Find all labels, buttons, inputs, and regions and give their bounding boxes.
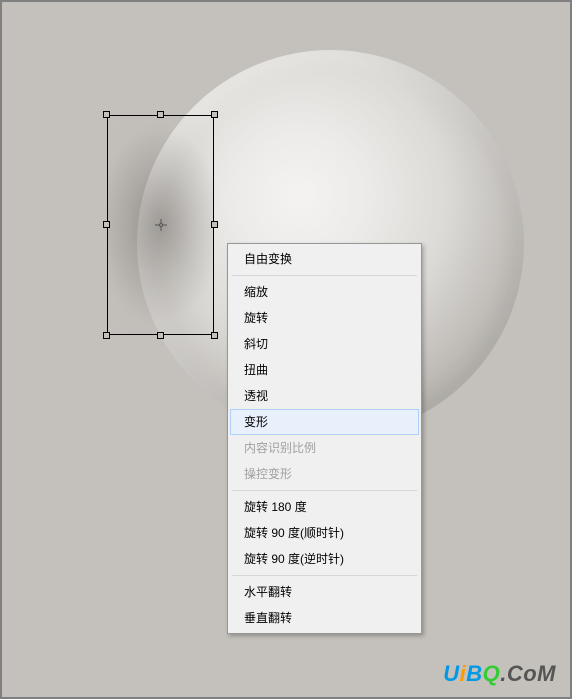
watermark-part: U [443, 661, 459, 686]
menu-item-rotate[interactable]: 旋转 [230, 305, 419, 331]
menu-item-flip-horizontal[interactable]: 水平翻转 [230, 579, 419, 605]
handle-top-left[interactable] [103, 111, 110, 118]
handle-middle-right[interactable] [211, 221, 218, 228]
menu-item-rotate-180[interactable]: 旋转 180 度 [230, 494, 419, 520]
transform-center-icon[interactable] [154, 218, 168, 232]
watermark-part: Q [483, 661, 501, 686]
menu-item-perspective[interactable]: 透视 [230, 383, 419, 409]
handle-middle-left[interactable] [103, 221, 110, 228]
handle-bottom-right[interactable] [211, 332, 218, 339]
menu-separator [232, 490, 417, 491]
menu-item-free-transform[interactable]: 自由变换 [230, 246, 419, 272]
watermark-part: .CoM [500, 661, 556, 686]
watermark-part: B [466, 661, 482, 686]
menu-item-rotate-90-cw[interactable]: 旋转 90 度(顺时针) [230, 520, 419, 546]
handle-bottom-middle[interactable] [157, 332, 164, 339]
menu-item-skew[interactable]: 斜切 [230, 331, 419, 357]
canvas[interactable]: 自由变换 缩放 旋转 斜切 扭曲 透视 变形 内容识别比例 操控变形 旋转 18… [2, 2, 570, 697]
menu-item-puppet-warp: 操控变形 [230, 461, 419, 487]
menu-separator [232, 275, 417, 276]
menu-item-warp[interactable]: 变形 [230, 409, 419, 435]
menu-item-content-aware-scale: 内容识别比例 [230, 435, 419, 461]
menu-separator [232, 575, 417, 576]
handle-bottom-left[interactable] [103, 332, 110, 339]
context-menu: 自由变换 缩放 旋转 斜切 扭曲 透视 变形 内容识别比例 操控变形 旋转 18… [227, 243, 422, 634]
watermark: UiBQ.CoM [443, 661, 556, 687]
handle-top-middle[interactable] [157, 111, 164, 118]
transform-bounding-box[interactable] [107, 115, 214, 335]
handle-top-right[interactable] [211, 111, 218, 118]
menu-item-scale[interactable]: 缩放 [230, 279, 419, 305]
menu-item-rotate-90-ccw[interactable]: 旋转 90 度(逆时针) [230, 546, 419, 572]
menu-item-distort[interactable]: 扭曲 [230, 357, 419, 383]
menu-item-flip-vertical[interactable]: 垂直翻转 [230, 605, 419, 631]
